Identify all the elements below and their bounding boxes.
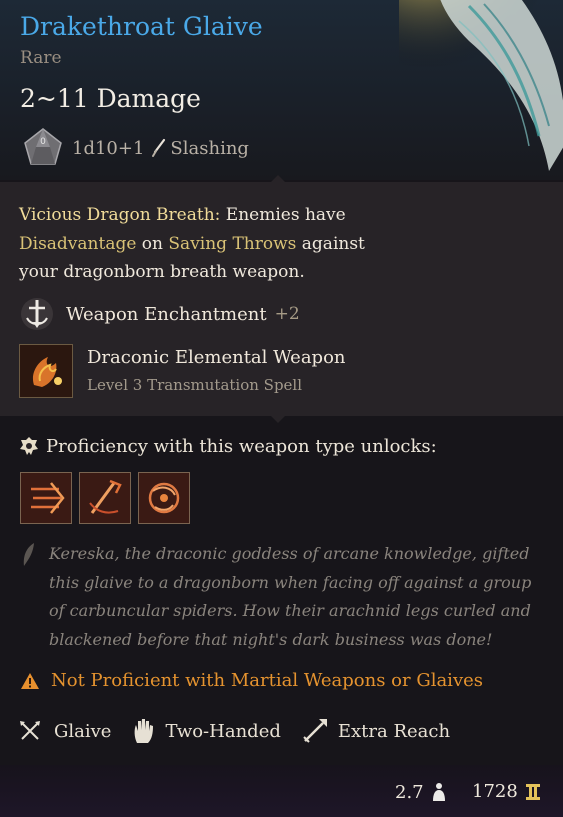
warning-detail: with Martial Weapons or Glaives — [179, 670, 483, 691]
warning-icon — [21, 672, 39, 689]
lore-quill-icon — [23, 543, 34, 566]
item-name: Drakethroat Glaive — [20, 12, 263, 41]
proficiency-warning: Not Proficient with Martial Weapons or G… — [20, 670, 483, 691]
slashing-icon — [152, 138, 166, 157]
weakening-strike-icon — [89, 479, 122, 514]
proficiency-icon — [20, 437, 38, 455]
ability-description: Vicious Dragon Breath: Enemies have Disad… — [19, 201, 419, 287]
ability-text: Enemies have — [220, 205, 346, 225]
weapon-traits: Glaive Two-Handed Extra Reach — [18, 717, 470, 745]
item-tooltip: Drakethroat Glaive Rare 2~11 Damage 0 1d… — [0, 0, 563, 817]
draconic-elemental-weapon-icon — [20, 345, 72, 397]
glaive-icon — [20, 721, 40, 740]
d10-dice-icon: 0 — [24, 128, 62, 165]
weapon-enchantment-icon — [21, 298, 53, 330]
extra-reach-icon — [303, 719, 327, 743]
spell-name: Draconic Elemental Weapon — [87, 347, 346, 368]
divider-notch — [271, 416, 285, 423]
disadvantage-link[interactable]: Disadvantage — [19, 234, 136, 254]
divider-notch — [271, 175, 285, 182]
ability-text: your dragonborn breath weapon. — [19, 262, 305, 282]
ability-text: on — [136, 233, 169, 254]
damage-type: Slashing — [170, 137, 249, 159]
lacerate-icon — [31, 482, 65, 514]
trait-label: Two-Handed — [165, 720, 281, 742]
not-proficient-label: Not Proficient — [51, 670, 180, 691]
spell-icon-box[interactable] — [19, 344, 73, 398]
two-handed-icon — [135, 719, 154, 743]
gold-coin-icon — [525, 783, 540, 800]
trait-two-handed: Two-Handed — [131, 717, 281, 745]
enchantment-value: +2 — [274, 304, 300, 324]
lore-text: Kereska, the draconic goddess of arcane … — [49, 544, 532, 649]
weight-icon — [432, 783, 445, 801]
damage-range: 2~11 Damage — [20, 84, 201, 113]
item-value: 1728 — [472, 781, 541, 802]
trait-glaive: Glaive — [18, 719, 111, 743]
ability-name: Vicious Dragon Breath: — [19, 205, 221, 225]
item-weight: 2.7 — [395, 781, 448, 803]
damage-dice: 1d10+1 — [72, 137, 145, 159]
price-value: 1728 — [472, 781, 518, 802]
damage-dice-row: 0 1d10+1 Slashing — [22, 128, 249, 168]
trait-extra-reach: Extra Reach — [301, 717, 450, 745]
proficiency-heading: Proficiency with this weapon type unlock… — [46, 436, 437, 457]
svg-text:0: 0 — [40, 137, 46, 147]
trait-label: Glaive — [54, 720, 112, 742]
weight-value: 2.7 — [395, 781, 424, 803]
unlock-action-weakening-strike[interactable] — [79, 472, 131, 524]
ability-text: against — [296, 233, 365, 254]
prepare-icon — [148, 482, 180, 514]
spell-subtitle: Level 3 Transmutation Spell — [87, 376, 303, 394]
enchantment-label: Weapon Enchantment — [66, 303, 267, 325]
trait-label: Extra Reach — [337, 720, 451, 742]
unlock-action-prepare[interactable] — [138, 472, 190, 524]
unlock-action-lacerate[interactable] — [20, 472, 72, 524]
glaive-blade-image — [399, 0, 563, 171]
saving-throws-link[interactable]: Saving Throws — [168, 234, 296, 254]
item-rarity: Rare — [20, 48, 62, 68]
enchantment-row: Weapon Enchantment +2 — [19, 296, 300, 332]
